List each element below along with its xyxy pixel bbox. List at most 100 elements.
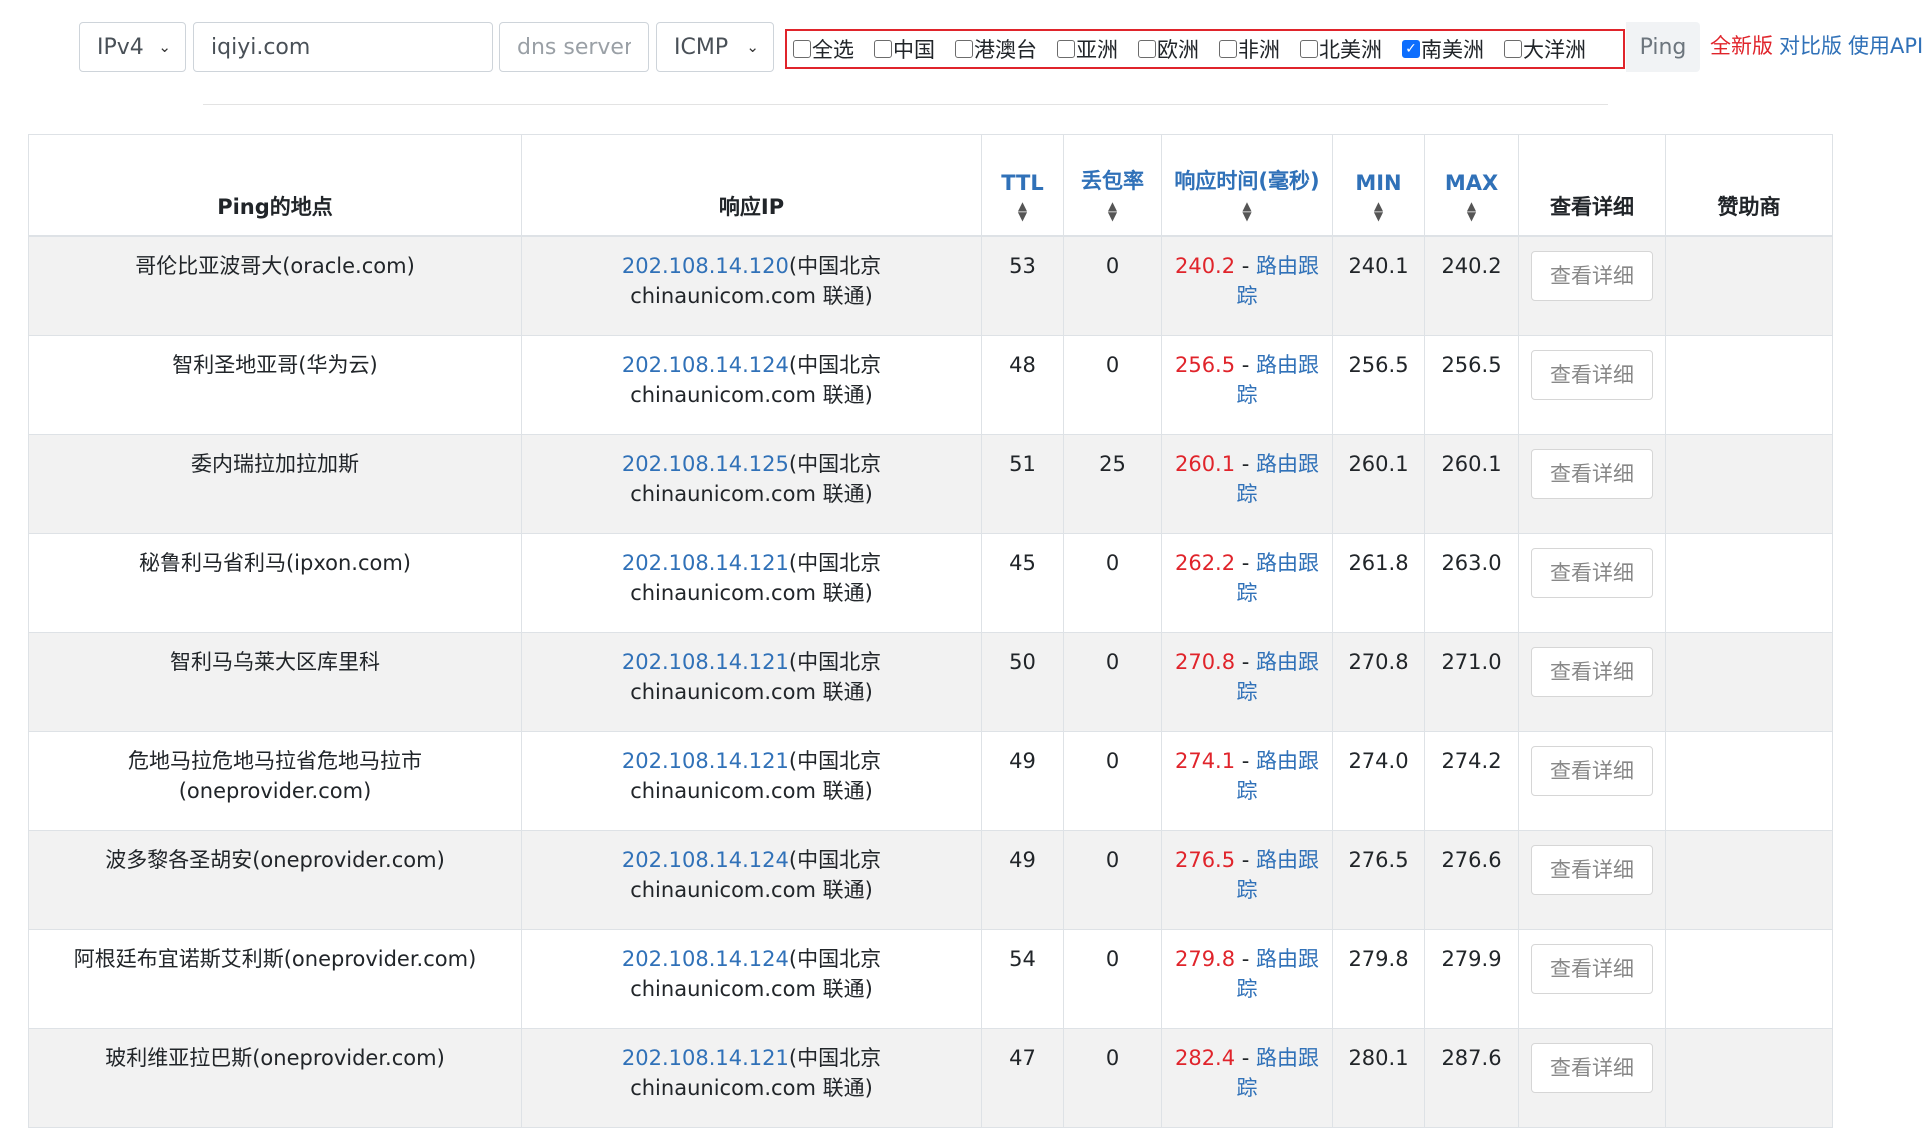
traceroute-link[interactable]: 路由跟踪 <box>1237 551 1320 605</box>
region-checkbox-3[interactable]: 亚洲 <box>1057 34 1118 64</box>
protocol-select[interactable]: ICMP ⌄ <box>656 22 774 72</box>
region-checkbox-7[interactable]: ✓ 南美洲 <box>1402 34 1484 64</box>
dns-server-input[interactable] <box>499 22 649 72</box>
compare-version-link[interactable]: 对比版 <box>1779 34 1842 58</box>
location-cell: 智利马乌莱大区库里科 <box>28 632 522 732</box>
header-max[interactable]: MAX ▲ ▼ <box>1424 134 1519 237</box>
location-cell: 秘鲁利马省利马(ipxon.com) <box>28 533 522 633</box>
ip-link[interactable]: 202.108.14.121 <box>622 749 789 773</box>
checkbox-icon[interactable] <box>874 40 892 58</box>
sort-icon: ▲ ▼ <box>1466 199 1477 223</box>
traceroute-link[interactable]: 路由跟踪 <box>1237 254 1320 308</box>
divider <box>203 104 1608 105</box>
view-detail-button[interactable]: 查看详细 <box>1531 845 1653 895</box>
ttl-cell: 49 <box>981 731 1064 831</box>
traceroute-link[interactable]: 路由跟踪 <box>1237 1046 1320 1100</box>
time-cell: 262.2 - 路由跟踪 <box>1161 533 1333 633</box>
table-row: 波多黎各圣胡安(oneprovider.com) 202.108.14.124(中… <box>28 830 1833 930</box>
region-checkbox-0[interactable]: 全选 <box>793 34 854 64</box>
response-time: 260.1 <box>1174 452 1236 476</box>
header-min-label: MIN <box>1355 171 1402 195</box>
header-location: Ping的地点 <box>28 134 522 237</box>
region-label: 全选 <box>812 38 854 62</box>
header-min[interactable]: MIN ▲ ▼ <box>1332 134 1425 237</box>
sponsor-cell <box>1665 235 1833 336</box>
detail-cell: 查看详细 <box>1518 632 1666 732</box>
view-detail-button[interactable]: 查看详细 <box>1531 449 1653 499</box>
ip-version-select[interactable]: IPv4 ⌄ <box>79 22 186 72</box>
region-checkbox-6[interactable]: 北美洲 <box>1300 34 1382 64</box>
traceroute-link[interactable]: 路由跟踪 <box>1237 947 1320 1001</box>
max-cell: 279.9 <box>1424 929 1519 1029</box>
region-label: 非洲 <box>1238 38 1280 62</box>
traceroute-link[interactable]: 路由跟踪 <box>1237 848 1320 902</box>
loss-cell: 0 <box>1063 1028 1162 1128</box>
header-detail: 查看详细 <box>1518 134 1666 237</box>
ip-link[interactable]: 202.108.14.121 <box>622 551 789 575</box>
ip-link[interactable]: 202.108.14.120 <box>622 254 789 278</box>
ip-link[interactable]: 202.108.14.124 <box>622 353 789 377</box>
checkbox-icon[interactable] <box>1504 40 1522 58</box>
region-checkbox-8[interactable]: 大洋洲 <box>1504 34 1586 64</box>
region-checkbox-5[interactable]: 非洲 <box>1219 34 1280 64</box>
sort-icon: ▲ ▼ <box>1017 199 1028 223</box>
region-label: 大洋洲 <box>1523 38 1586 62</box>
ip-link[interactable]: 202.108.14.121 <box>622 650 789 674</box>
max-cell: 263.0 <box>1424 533 1519 633</box>
checkbox-checked-icon[interactable]: ✓ <box>1402 40 1420 58</box>
view-detail-button[interactable]: 查看详细 <box>1531 647 1653 697</box>
detail-cell: 查看详细 <box>1518 434 1666 534</box>
region-label: 中国 <box>893 38 935 62</box>
ping-toolbar: IPv4 ⌄ ICMP ⌄ 全选 中国 港澳台 亚洲 欧洲 非洲 北美洲 ✓南美洲 大洋洲 Pi… <box>79 22 1926 74</box>
region-checkbox-1[interactable]: 中国 <box>874 34 935 64</box>
ip-link[interactable]: 202.108.14.121 <box>622 1046 789 1070</box>
view-detail-button[interactable]: 查看详细 <box>1531 350 1653 400</box>
checkbox-icon[interactable] <box>955 40 973 58</box>
full-version-link[interactable]: 全新版 <box>1710 34 1773 58</box>
table-row: 智利圣地亚哥(华为云) 202.108.14.124(中国北京 chinaunic… <box>28 335 1833 435</box>
header-time[interactable]: 响应时间(毫秒) ▲ ▼ <box>1161 134 1333 237</box>
ping-button[interactable]: Ping <box>1626 22 1700 72</box>
header-ttl[interactable]: TTL ▲ ▼ <box>981 134 1064 237</box>
header-loss[interactable]: 丢包率 ▲ ▼ <box>1063 134 1162 237</box>
view-detail-button[interactable]: 查看详细 <box>1531 251 1653 301</box>
region-label: 亚洲 <box>1076 38 1118 62</box>
loss-cell: 0 <box>1063 929 1162 1029</box>
traceroute-link[interactable]: 路由跟踪 <box>1237 650 1320 704</box>
traceroute-link[interactable]: 路由跟踪 <box>1237 749 1320 803</box>
ttl-cell: 53 <box>981 235 1064 336</box>
checkbox-icon[interactable] <box>793 40 811 58</box>
region-label: 北美洲 <box>1319 38 1382 62</box>
ip-link[interactable]: 202.108.14.124 <box>622 848 789 872</box>
view-detail-button[interactable]: 查看详细 <box>1531 548 1653 598</box>
ip-link[interactable]: 202.108.14.124 <box>622 947 789 971</box>
checkbox-icon[interactable] <box>1300 40 1318 58</box>
ip-cell: 202.108.14.124(中国北京 chinaunicom.com 联通) <box>521 335 982 435</box>
time-cell: 279.8 - 路由跟踪 <box>1161 929 1333 1029</box>
time-cell: 240.2 - 路由跟踪 <box>1161 235 1333 336</box>
location-cell: 危地马拉危地马拉省危地马拉市(oneprovider.com) <box>28 731 522 831</box>
time-cell: 270.8 - 路由跟踪 <box>1161 632 1333 732</box>
sort-icon: ▲ ▼ <box>1373 199 1384 223</box>
view-detail-button[interactable]: 查看详细 <box>1531 1043 1653 1093</box>
traceroute-link[interactable]: 路由跟踪 <box>1237 452 1320 506</box>
loss-cell: 0 <box>1063 830 1162 930</box>
ttl-cell: 47 <box>981 1028 1064 1128</box>
region-checkbox-2[interactable]: 港澳台 <box>955 34 1037 64</box>
view-detail-button[interactable]: 查看详细 <box>1531 944 1653 994</box>
ip-cell: 202.108.14.121(中国北京 chinaunicom.com 联通) <box>521 731 982 831</box>
loss-cell: 0 <box>1063 632 1162 732</box>
response-time: 262.2 <box>1174 551 1236 575</box>
host-input[interactable] <box>193 22 493 72</box>
checkbox-icon[interactable] <box>1057 40 1075 58</box>
ip-link[interactable]: 202.108.14.125 <box>622 452 789 476</box>
region-checkbox-4[interactable]: 欧洲 <box>1138 34 1199 64</box>
header-time-label: 响应时间(毫秒) <box>1174 169 1320 193</box>
ip-cell: 202.108.14.124(中国北京 chinaunicom.com 联通) <box>521 830 982 930</box>
view-detail-button[interactable]: 查看详细 <box>1531 746 1653 796</box>
checkbox-icon[interactable] <box>1138 40 1156 58</box>
api-link[interactable]: 使用API <box>1848 34 1923 58</box>
table-row: 玻利维亚拉巴斯(oneprovider.com) 202.108.14.121(中… <box>28 1028 1833 1128</box>
traceroute-link[interactable]: 路由跟踪 <box>1237 353 1320 407</box>
checkbox-icon[interactable] <box>1219 40 1237 58</box>
